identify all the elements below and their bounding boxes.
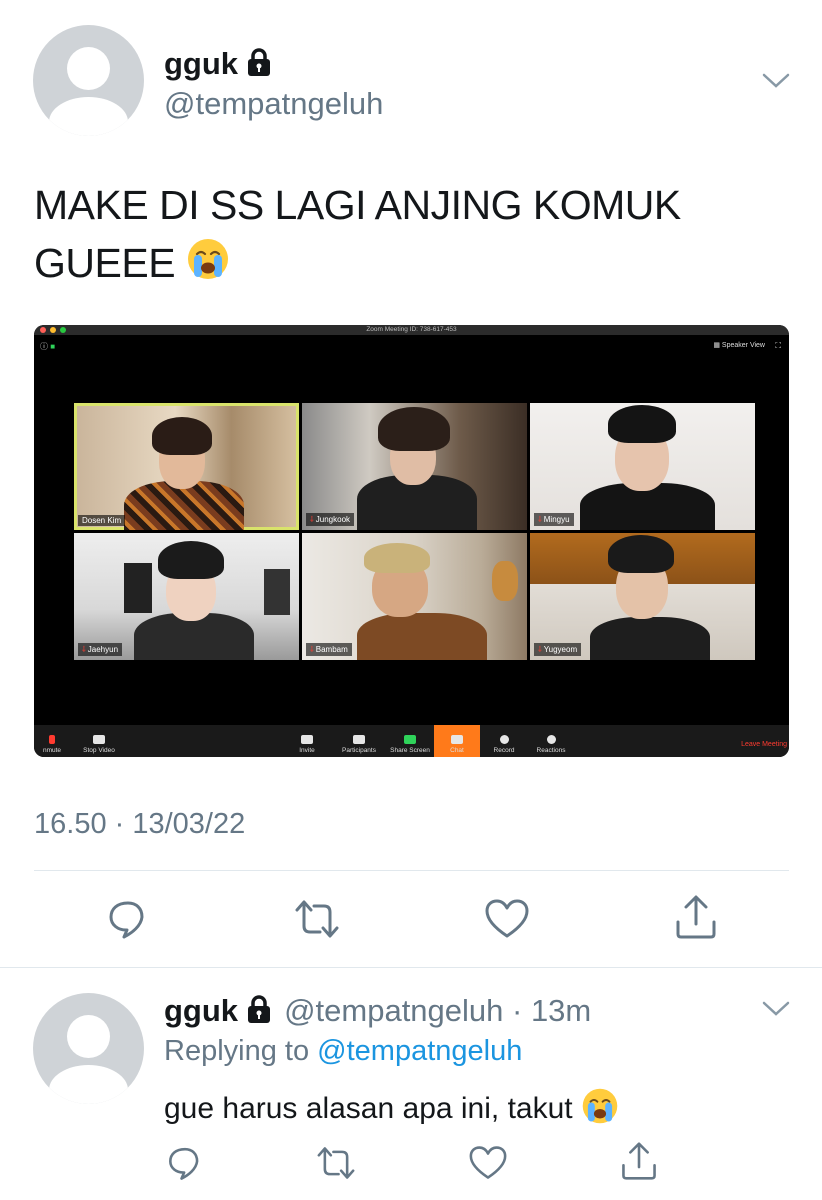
camera-icon: [93, 735, 105, 744]
divider: [34, 870, 789, 871]
fullscreen-icon: ⛶: [775, 341, 781, 350]
reply-like-button[interactable]: [468, 1145, 508, 1181]
reply-text-content: gue harus alasan apa ini, takut: [164, 1091, 573, 1125]
participant-label: ⸸ Bambam: [306, 643, 352, 656]
participant-label: ⸸ Jaehyun: [78, 643, 123, 656]
reactions-button: Reactions: [530, 735, 572, 754]
handle[interactable]: @tempatngeluh: [164, 86, 383, 122]
lock-icon: [246, 47, 272, 82]
tweet-timestamp[interactable]: 16.50 · 13/03/22: [34, 808, 245, 841]
microphone-icon: [49, 735, 55, 744]
invite-button: Invite: [292, 735, 322, 754]
like-icon: [469, 1146, 507, 1179]
participant-hair: [152, 417, 212, 455]
like-button[interactable]: [484, 898, 530, 940]
record-icon: [499, 735, 509, 744]
info-icon: ⓘ ■: [40, 342, 56, 351]
reply-reply-button[interactable]: [166, 1144, 204, 1182]
participant-label: ⸸ Yugyeom: [534, 643, 582, 656]
participant-figure: [590, 617, 710, 660]
unmute-button: nmute: [38, 735, 66, 754]
zoom-toolbar: nmute Stop Video Invite Participants Sha…: [34, 725, 789, 757]
video-tile-2: ⸸ Jungkook: [302, 403, 527, 530]
video-tile-1: Dosen Kim: [74, 403, 299, 530]
participant-hair: [158, 541, 224, 579]
reply-icon: [169, 1147, 199, 1180]
stop-video-button: Stop Video: [74, 735, 124, 754]
share-button[interactable]: [674, 894, 718, 940]
zoom-meeting-title: Zoom Meeting ID: 738-617-453: [366, 326, 457, 333]
teddy-bear: [492, 561, 518, 601]
reply-display-name[interactable]: gguk: [164, 993, 238, 1029]
participant-figure: [357, 613, 487, 660]
participant-hair: [378, 407, 450, 451]
reply-share-button[interactable]: [620, 1141, 658, 1181]
chevron-down-icon[interactable]: [760, 70, 792, 97]
video-grid: Dosen Kim ⸸Jungkook ⸸Mingyu ⸸Jaehyun: [74, 403, 755, 662]
speaker-right: [264, 569, 290, 615]
speaker-view-label: Speaker View: [721, 342, 765, 349]
reply-text: gue harus alasan apa ini, takut: [164, 1087, 619, 1133]
replying-to-link[interactable]: @tempatngeluh: [317, 1035, 522, 1067]
participants-icon: [353, 735, 365, 744]
reply-icon: [109, 901, 144, 939]
participant-hair: [608, 405, 676, 443]
reply-author-row[interactable]: gguk @tempatngeluh · 13m: [164, 993, 591, 1029]
share-screen-icon: [404, 735, 416, 744]
crying-emoji-icon: [581, 1087, 619, 1133]
leave-meeting-button: Leave Meeting: [741, 741, 787, 748]
tweet-text-line-2-text: GUEEE: [34, 240, 176, 286]
author-name-row[interactable]: gguk: [164, 46, 272, 82]
like-icon: [485, 899, 529, 938]
zoom-title-bar: Zoom Meeting ID: 738-617-453: [34, 325, 789, 335]
speaker-left: [124, 563, 152, 613]
tweet-text: MAKE DI SS LAGI ANJING KOMUK GUEEE: [34, 176, 794, 296]
participant-label: ⸸ Jungkook: [306, 513, 355, 526]
retweet-button[interactable]: [294, 898, 340, 940]
reaction-icon: [546, 735, 556, 744]
reply-handle-time[interactable]: @tempatngeluh · 13m: [284, 993, 591, 1029]
participant-label: Dosen Kim: [78, 515, 126, 526]
participants-button: Participants: [334, 735, 384, 754]
avatar[interactable]: [33, 25, 144, 136]
participant-label: ⸸ Mingyu: [534, 513, 574, 526]
video-tile-3: ⸸ Mingyu: [530, 403, 755, 530]
reply-retweet-button[interactable]: [316, 1145, 356, 1181]
share-screen-button: Share Screen: [386, 735, 434, 754]
reply-avatar[interactable]: [33, 993, 144, 1104]
share-icon: [676, 895, 716, 939]
display-name[interactable]: gguk: [164, 46, 238, 82]
reply-button[interactable]: [106, 897, 150, 941]
chat-icon: [451, 735, 463, 744]
replying-prefix: Replying to: [164, 1035, 310, 1067]
video-tile-4: ⸸ Jaehyun: [74, 533, 299, 660]
share-icon: [622, 1142, 656, 1180]
tweet-text-line-1: MAKE DI SS LAGI ANJING KOMUK: [34, 182, 681, 228]
tweet-text-line-2: GUEEE: [34, 234, 794, 296]
divider: [0, 967, 822, 968]
chat-button: Chat: [438, 735, 476, 754]
author-handle-row: @tempatngeluh: [164, 86, 383, 122]
lock-icon: [246, 994, 272, 1029]
attached-image[interactable]: Zoom Meeting ID: 738-617-453 ⓘ ■ ▦ Speak…: [34, 325, 789, 757]
add-person-icon: [301, 735, 313, 744]
video-tile-6: ⸸ Yugyeom: [530, 533, 755, 660]
retweet-icon: [317, 1147, 355, 1179]
participant-hair: [608, 535, 674, 573]
record-button: Record: [486, 735, 522, 754]
crying-emoji-icon: [186, 237, 230, 296]
chevron-down-icon[interactable]: [760, 998, 792, 1025]
participant-hair: [364, 543, 430, 573]
video-tile-5: ⸸ Bambam: [302, 533, 527, 660]
speaker-view-toggle: ▦ Speaker View: [713, 342, 765, 349]
retweet-icon: [295, 900, 339, 938]
replying-to: Replying to @tempatngeluh: [164, 1035, 522, 1068]
